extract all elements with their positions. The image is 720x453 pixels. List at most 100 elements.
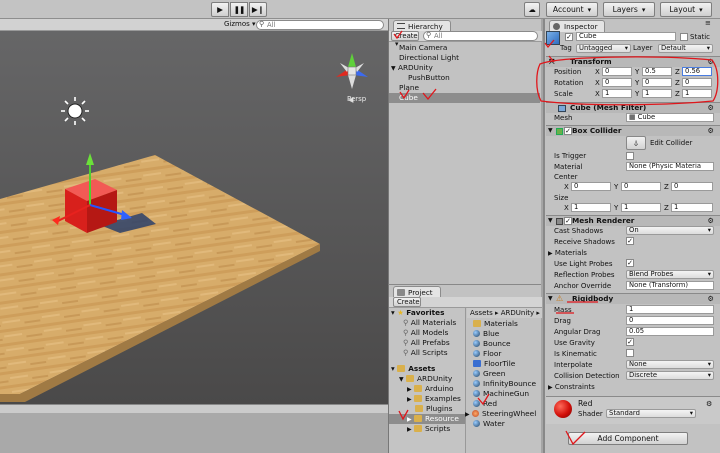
edit-collider-button[interactable]: ⍙ bbox=[626, 136, 646, 150]
hierarchy-item-cube[interactable]: Cube bbox=[389, 93, 540, 103]
gear-icon[interactable]: ⚙ bbox=[707, 216, 714, 226]
center-x-field[interactable]: 0 bbox=[571, 182, 611, 191]
account-dropdown[interactable]: Account bbox=[546, 2, 598, 17]
list-item[interactable]: Green bbox=[473, 369, 542, 379]
pause-button[interactable]: ❚❚ bbox=[230, 2, 248, 17]
shader-dropdown[interactable]: Standard bbox=[606, 409, 696, 418]
expand-arrow-icon[interactable]: ▼ bbox=[391, 65, 396, 72]
gear-icon[interactable]: ⚙ bbox=[707, 103, 714, 113]
center-z-field[interactable]: 0 bbox=[671, 182, 713, 191]
list-item[interactable]: MachineGun bbox=[473, 389, 542, 399]
layout-dropdown[interactable]: Layout bbox=[660, 2, 712, 17]
hierarchy-item-main-camera[interactable]: Main Camera bbox=[389, 43, 540, 53]
angular-drag-field[interactable]: 0.05 bbox=[626, 327, 714, 336]
box-collider-checkbox[interactable]: ✓ bbox=[564, 127, 572, 135]
favorite-all-prefabs[interactable]: ⚲ All Prefabs bbox=[403, 338, 450, 348]
layer-dropdown[interactable]: Default bbox=[658, 44, 713, 53]
size-z-field[interactable]: 1 bbox=[671, 203, 713, 212]
gear-icon[interactable]: ⚙ bbox=[707, 126, 714, 136]
folder-resource[interactable]: ▶ Resource bbox=[389, 414, 465, 424]
layers-dropdown[interactable]: Layers bbox=[603, 2, 655, 17]
folder-plugins[interactable]: Plugins bbox=[415, 404, 452, 414]
scene-scrollbar[interactable] bbox=[0, 404, 388, 413]
favorite-all-scripts[interactable]: ⚲ All Scripts bbox=[403, 348, 448, 358]
gear-icon[interactable]: ⚙ bbox=[706, 400, 712, 408]
use-gravity-checkbox[interactable]: ✓ bbox=[626, 338, 634, 346]
mesh-filter-header[interactable]: Cube (Mesh Filter) ⚙ bbox=[546, 102, 720, 113]
scene-search-input[interactable]: All bbox=[256, 20, 384, 30]
list-item[interactable]: Bounce bbox=[473, 339, 542, 349]
mesh-field[interactable]: ▦ Cube bbox=[626, 113, 714, 122]
mesh-renderer-header[interactable]: ▼ ✓ Mesh Renderer ⚙ bbox=[546, 215, 720, 226]
mesh-renderer-checkbox[interactable]: ✓ bbox=[564, 217, 572, 225]
position-z-field[interactable]: 0.56 bbox=[682, 67, 712, 76]
tag-dropdown[interactable]: Untagged bbox=[576, 44, 631, 53]
rotation-y-field[interactable]: 0 bbox=[642, 78, 672, 87]
step-button[interactable]: ▶❙ bbox=[249, 2, 267, 17]
favorite-all-models[interactable]: ⚲ All Models bbox=[403, 328, 448, 338]
add-component-button[interactable]: Add Component bbox=[568, 432, 688, 445]
interpolate-dropdown[interactable]: None bbox=[626, 360, 714, 369]
scene-view[interactable]: ◀ bbox=[0, 19, 388, 404]
drag-field[interactable]: 0 bbox=[626, 316, 714, 325]
gear-icon[interactable]: ⚙ bbox=[707, 57, 714, 67]
box-collider-header[interactable]: ▼ ✓ Box Collider ⚙ bbox=[546, 125, 720, 136]
scale-x-field[interactable]: 1 bbox=[602, 89, 632, 98]
hierarchy-search-input[interactable]: All bbox=[423, 31, 538, 41]
rotation-z-field[interactable]: 0 bbox=[682, 78, 712, 87]
constraints-foldout[interactable]: ▶ Constraints bbox=[548, 383, 595, 391]
list-item[interactable]: Water bbox=[473, 419, 542, 429]
gear-icon[interactable]: ⚙ bbox=[707, 294, 714, 304]
size-y-field[interactable]: 1 bbox=[621, 203, 661, 212]
list-item[interactable]: Blue bbox=[473, 329, 542, 339]
anchor-override-field[interactable]: None (Transform) bbox=[626, 281, 714, 290]
folder-scripts[interactable]: ▶ Scripts bbox=[407, 424, 450, 434]
is-trigger-checkbox[interactable] bbox=[626, 152, 634, 160]
favorite-all-materials[interactable]: ⚲ All Materials bbox=[403, 318, 456, 328]
gizmos-dropdown[interactable]: Gizmos ▾ bbox=[224, 20, 256, 28]
scale-y-field[interactable]: 1 bbox=[642, 89, 672, 98]
object-name-field[interactable]: Cube bbox=[576, 32, 676, 41]
scale-z-field[interactable]: 1 bbox=[682, 89, 712, 98]
list-item[interactable]: Floor bbox=[473, 349, 542, 359]
materials-foldout[interactable]: ▶ Materials bbox=[548, 249, 587, 257]
list-item[interactable]: ▶ SteeringWheel bbox=[465, 409, 542, 419]
position-y-field[interactable]: 0.5 bbox=[642, 67, 672, 76]
is-kinematic-checkbox[interactable] bbox=[626, 349, 634, 357]
assets-header[interactable]: ▾ Assets bbox=[391, 364, 435, 374]
use-light-probes-checkbox[interactable]: ✓ bbox=[626, 259, 634, 267]
persp-label[interactable]: Persp bbox=[347, 95, 366, 103]
cast-shadows-dropdown[interactable]: On bbox=[626, 226, 714, 235]
list-item[interactable]: InfinityBounce bbox=[473, 379, 542, 389]
folder-ardunity[interactable]: ▼ ARDUnity bbox=[399, 374, 452, 384]
play-button[interactable]: ▶ bbox=[211, 2, 229, 17]
favorites-header[interactable]: ▾ ★ Favorites bbox=[391, 308, 465, 318]
list-item[interactable]: FloorTile bbox=[473, 359, 542, 369]
size-x-field[interactable]: 1 bbox=[571, 203, 611, 212]
hierarchy-item-directional-light[interactable]: Directional Light bbox=[389, 53, 540, 63]
collision-detection-dropdown[interactable]: Discrete bbox=[626, 371, 714, 380]
breadcrumb-ardunity[interactable]: ARDUnity bbox=[501, 309, 534, 317]
center-y-field[interactable]: 0 bbox=[621, 182, 661, 191]
static-checkbox[interactable] bbox=[680, 33, 688, 41]
rotation-x-field[interactable]: 0 bbox=[602, 78, 632, 87]
hierarchy-item-pushbutton[interactable]: PushButton bbox=[389, 73, 540, 83]
cloud-button[interactable]: ☁ bbox=[524, 2, 540, 17]
project-create-button[interactable]: Create ▾ bbox=[393, 297, 421, 314]
reflection-probes-dropdown[interactable]: Blend Probes bbox=[626, 270, 714, 279]
hierarchy-item-ardunity[interactable]: ▼ ARDUnity bbox=[389, 63, 540, 73]
hierarchy-item-plane[interactable]: Plane bbox=[389, 83, 540, 93]
folder-examples[interactable]: ▶ Examples bbox=[407, 394, 461, 404]
mass-field[interactable]: 1 bbox=[626, 305, 714, 314]
list-item[interactable]: Materials bbox=[473, 319, 542, 329]
position-x-field[interactable]: 0 bbox=[602, 67, 632, 76]
receive-shadows-checkbox[interactable]: ✓ bbox=[626, 237, 634, 245]
rigidbody-header[interactable]: ▼ ⚠ Rigidbody ⚙ bbox=[546, 293, 720, 304]
breadcrumb-assets[interactable]: Assets bbox=[470, 309, 493, 317]
list-item[interactable]: Red bbox=[473, 399, 542, 409]
hierarchy-create-button[interactable]: Create ▾ bbox=[391, 31, 419, 48]
active-checkbox[interactable]: ✓ bbox=[565, 33, 573, 41]
collider-material-field[interactable]: None (Physic Materia bbox=[626, 162, 714, 171]
panel-menu-icon[interactable]: ≡ bbox=[705, 19, 711, 27]
transform-header[interactable]: ⤧ Transform ⚙ bbox=[546, 56, 720, 67]
